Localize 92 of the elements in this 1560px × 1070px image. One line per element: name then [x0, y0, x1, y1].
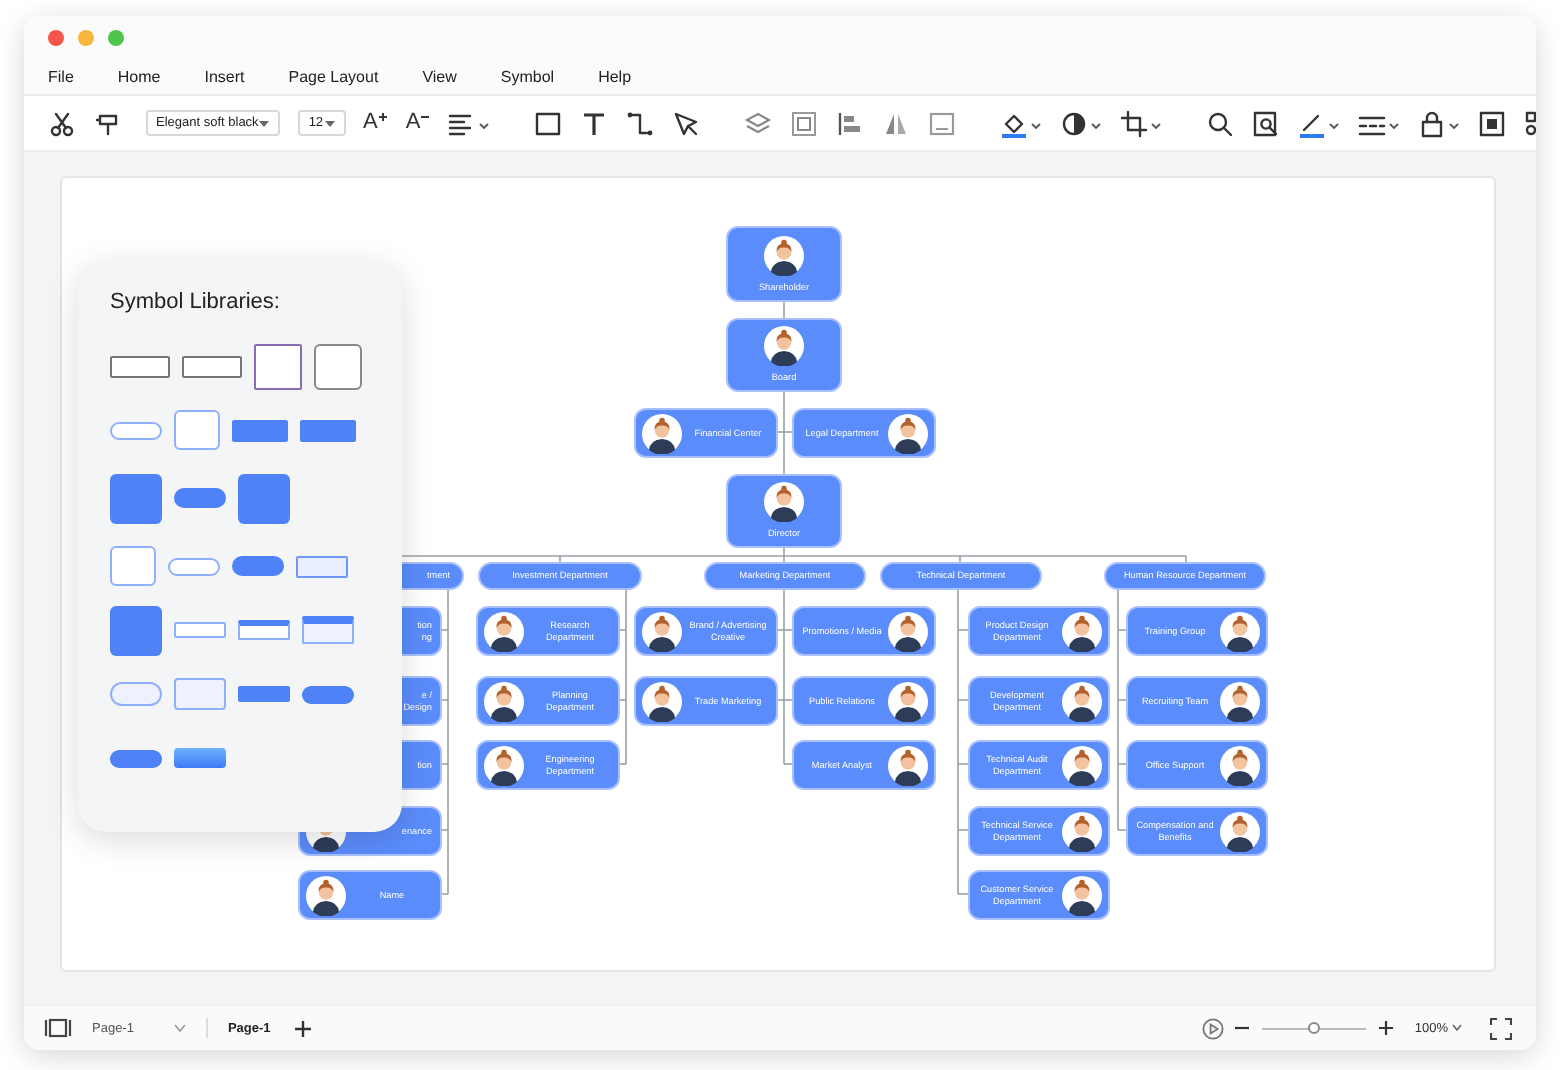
- avatar-icon: [484, 611, 524, 651]
- lock-icon[interactable]: [1418, 109, 1461, 137]
- format-painter-icon[interactable]: [94, 109, 122, 137]
- symbol-thumbnail[interactable]: [300, 419, 356, 441]
- menu-item[interactable]: Page Layout: [288, 68, 379, 86]
- close-button[interactable]: [48, 30, 64, 46]
- avatar-icon: [484, 745, 524, 785]
- symbol-thumbnail[interactable]: [182, 355, 242, 377]
- symbol-thumbnail[interactable]: [110, 546, 156, 586]
- avatar-icon: [1062, 745, 1102, 785]
- frame-icon[interactable]: [928, 109, 957, 137]
- avatar-icon: [484, 681, 524, 721]
- line-color-icon[interactable]: [1298, 109, 1341, 137]
- crop-icon[interactable]: [1120, 109, 1163, 137]
- symbol-thumbnail[interactable]: [174, 748, 226, 768]
- symbol-thumbnail[interactable]: [174, 622, 226, 638]
- symbol-thumbnail[interactable]: [174, 678, 226, 710]
- symbol-thumbnail[interactable]: [238, 686, 290, 702]
- avatar-icon: [764, 482, 804, 523]
- caret-icon: [1452, 1024, 1462, 1032]
- zoom-in-icon[interactable]: [1378, 1020, 1395, 1036]
- menu-item[interactable]: File: [48, 68, 74, 86]
- fill-color-icon[interactable]: [1000, 109, 1043, 137]
- avatar-icon: [1220, 681, 1260, 721]
- menu-item[interactable]: Symbol: [500, 68, 555, 86]
- align-icon[interactable]: [448, 109, 491, 137]
- fullscreen-icon[interactable]: [1490, 1017, 1512, 1039]
- symbol-thumbnail[interactable]: [174, 488, 226, 508]
- avatar-icon: [888, 611, 928, 651]
- avatar-icon: [888, 413, 928, 453]
- avatar-icon: [1220, 745, 1260, 785]
- maximize-button[interactable]: [108, 30, 124, 46]
- symbol-thumbnail[interactable]: [238, 473, 290, 523]
- symbol-thumbnail[interactable]: [168, 557, 220, 575]
- text-tool-icon[interactable]: [580, 109, 609, 137]
- menu-item[interactable]: View: [422, 68, 457, 86]
- symbol-thumbnail[interactable]: [174, 410, 220, 450]
- pen-icon[interactable]: [672, 109, 701, 137]
- panel-title: Symbol Libraries:: [110, 290, 282, 314]
- avatar-icon: [764, 326, 804, 367]
- avatar-icon: [764, 235, 804, 276]
- page-view-icon[interactable]: [44, 1018, 72, 1038]
- shape-style-icon[interactable]: [1060, 109, 1103, 137]
- avatar-icon: [1220, 611, 1260, 651]
- caret-icon: [258, 119, 271, 127]
- symbol-thumbnail[interactable]: [302, 616, 354, 644]
- symbol-thumbnail[interactable]: [110, 473, 162, 523]
- symbol-thumbnail[interactable]: [254, 343, 302, 389]
- avatar-icon: [306, 875, 346, 915]
- plus-icon: [377, 112, 388, 122]
- align-left-icon[interactable]: [836, 109, 865, 137]
- menu-item[interactable]: Help: [598, 68, 632, 86]
- add-page-icon[interactable]: [294, 1019, 313, 1037]
- menu-item[interactable]: Home: [117, 68, 161, 86]
- avatar-icon: [1220, 811, 1260, 851]
- avatar-icon: [888, 681, 928, 721]
- symbol-thumbnail[interactable]: [314, 343, 362, 389]
- avatar-icon: [888, 745, 928, 785]
- font-grow-button[interactable]: A: [363, 110, 388, 136]
- connector-icon[interactable]: [626, 109, 655, 137]
- symbol-thumbnail[interactable]: [238, 620, 290, 640]
- symbol-thumbnail[interactable]: [232, 556, 284, 576]
- symbol-thumbnail[interactable]: [110, 682, 162, 706]
- symbol-thumbnail[interactable]: [110, 605, 162, 655]
- symbol-thumbnail[interactable]: [296, 555, 348, 577]
- cut-icon[interactable]: [48, 109, 76, 137]
- avatar-icon: [642, 681, 682, 721]
- font-shrink-button[interactable]: A: [405, 110, 431, 136]
- symbol-thumbnail[interactable]: [110, 421, 162, 439]
- menu-item[interactable]: Insert: [204, 68, 245, 86]
- flip-icon[interactable]: [882, 109, 911, 137]
- avatar-icon: [1062, 811, 1102, 851]
- avatar-icon: [1062, 681, 1102, 721]
- zoom-slider[interactable]: [1308, 1021, 1321, 1033]
- rectangle-icon[interactable]: [534, 109, 563, 137]
- caret-icon: [173, 1024, 186, 1032]
- avatar-icon: [1062, 611, 1102, 651]
- avatar-icon: [642, 611, 682, 651]
- group-icon[interactable]: [790, 109, 819, 137]
- search-icon[interactable]: [1206, 109, 1235, 137]
- symbol-thumbnail[interactable]: [302, 685, 354, 703]
- avatar-icon: [1062, 875, 1102, 915]
- minus-icon: [420, 112, 431, 122]
- symbol-thumbnail[interactable]: [110, 749, 162, 767]
- find-replace-icon[interactable]: [1252, 109, 1281, 137]
- symbol-thumbnail[interactable]: [232, 419, 288, 441]
- avatar-icon: [642, 413, 682, 453]
- fit-icon[interactable]: [1478, 109, 1507, 137]
- caret-icon: [323, 119, 336, 127]
- play-icon[interactable]: [1202, 1017, 1225, 1039]
- symbol-thumbnail[interactable]: [110, 355, 170, 377]
- layers-icon[interactable]: [744, 109, 773, 137]
